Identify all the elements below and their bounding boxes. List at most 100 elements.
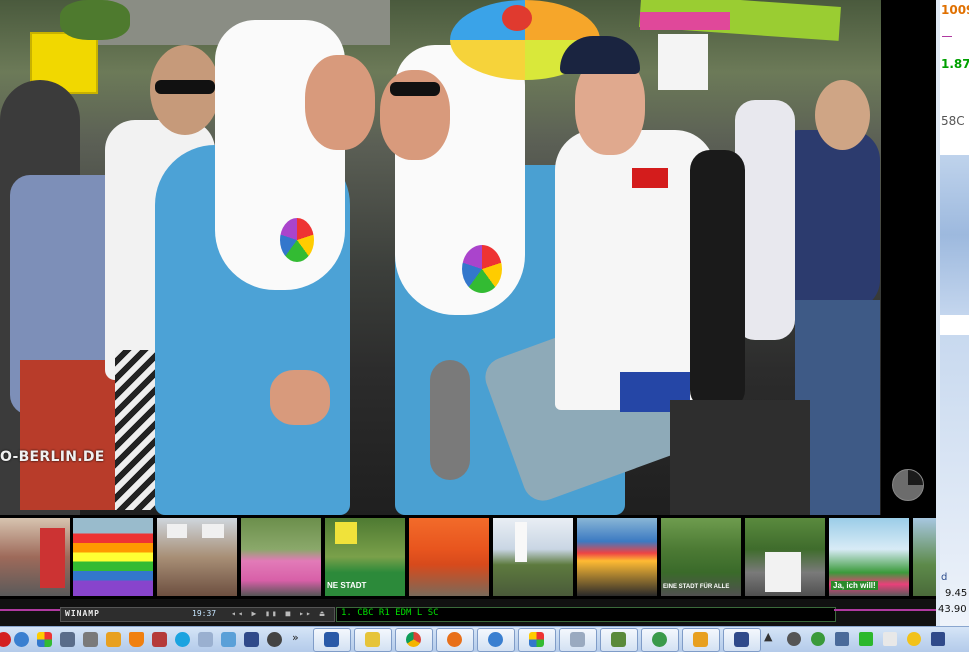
globe-icon[interactable]: [14, 632, 29, 647]
app-tray-icon[interactable]: [931, 632, 945, 646]
document-icon[interactable]: [198, 632, 213, 647]
task-button-11[interactable]: [723, 628, 761, 652]
sliver-value-third: 58C: [941, 114, 965, 128]
skype-icon[interactable]: [175, 632, 190, 647]
media-icon[interactable]: [267, 632, 282, 647]
image-viewer-icon: [611, 632, 626, 647]
white-sign: [658, 34, 708, 90]
task-button-10[interactable]: [682, 628, 720, 652]
main-photo: [0, 0, 881, 515]
sliver-strip: [940, 315, 969, 335]
app-icon[interactable]: [244, 632, 259, 647]
tree-foliage: [60, 0, 130, 40]
pavement: [670, 400, 810, 515]
pencil-icon[interactable]: [106, 632, 121, 647]
pawprint-right: [462, 245, 502, 293]
sunglasses-right: [390, 82, 440, 96]
photo-viewer[interactable]: O-BERLIN.DE: [0, 0, 936, 515]
crowd-person-black: [690, 150, 745, 410]
taskbar: » ▲: [0, 626, 969, 652]
tray-expand-icon[interactable]: ▲: [764, 630, 772, 643]
winamp-player[interactable]: WINAMP 19:37 ◂◂ ▶ ▮▮ ■ ▸▸ ⏏: [60, 607, 335, 622]
chrome-icon: [406, 632, 421, 647]
thumb-12-partial[interactable]: [913, 518, 936, 596]
winamp-time: 19:37: [192, 609, 217, 618]
pawprint-left: [280, 218, 314, 262]
thumb-10[interactable]: [745, 518, 825, 596]
thumb-6[interactable]: [409, 518, 489, 596]
thumb-9[interactable]: EINE STADT FÜR ALLE: [661, 518, 741, 596]
battery-tray-icon[interactable]: [859, 632, 873, 646]
task-button-6[interactable]: [518, 628, 556, 652]
thumb-5-caption: NE STADT: [327, 581, 367, 590]
slideshow-progress-icon[interactable]: [892, 469, 924, 501]
task-button-2[interactable]: [354, 628, 392, 652]
sliver-marker: [942, 36, 952, 37]
task-button-1[interactable]: [313, 628, 351, 652]
pencil-icon: [693, 632, 708, 647]
magenta-divider-right: [834, 609, 936, 611]
firefox-icon: [447, 632, 462, 647]
bottle-tray-icon[interactable]: [811, 632, 825, 646]
sliver-value-top: 1009: [941, 3, 969, 17]
network-tray-icon[interactable]: [835, 632, 849, 646]
globe-icon: [488, 632, 503, 647]
quicklaunch-chevron-icon[interactable]: »: [292, 631, 299, 644]
red-app-icon[interactable]: [0, 632, 11, 647]
window-app-icon[interactable]: [60, 632, 75, 647]
keyboard-icon[interactable]: [221, 632, 236, 647]
sliver-value-second: 1.87: [941, 57, 969, 71]
photo-watermark: O-BERLIN.DE: [0, 449, 105, 465]
thumb-7[interactable]: [493, 518, 573, 596]
sliver-value-fifth: 9.45: [945, 588, 968, 599]
task-button-5[interactable]: [477, 628, 515, 652]
face-left: [305, 55, 375, 150]
thumb-11-caption: Ja, ich will!: [831, 581, 878, 590]
thumb-11[interactable]: Ja, ich will!: [829, 518, 909, 596]
clipboard-tray-icon[interactable]: [883, 632, 897, 646]
winamp-title: WINAMP: [65, 609, 100, 618]
pink-banner: [640, 12, 730, 30]
pinwheel-center: [502, 5, 532, 31]
grid-app-icon[interactable]: [37, 632, 52, 647]
thumb-4[interactable]: [241, 518, 321, 596]
winamp-controls[interactable]: ◂◂ ▶ ▮▮ ■ ▸▸ ⏏: [231, 609, 326, 618]
tools-icon[interactable]: [152, 632, 167, 647]
vlc-cone-icon[interactable]: [129, 632, 144, 647]
task-button-3[interactable]: [395, 628, 433, 652]
thumbnail-filmstrip: NE STADT EINE STADT FÜR ALLE Ja, ich wil…: [0, 515, 936, 599]
thumb-3[interactable]: [157, 518, 237, 596]
thumb-1[interactable]: [0, 518, 70, 596]
sliver-gradient: [940, 155, 969, 315]
task-button-4[interactable]: [436, 628, 474, 652]
sliver-value-sixth: 43.90: [938, 604, 967, 615]
thumb-8[interactable]: [577, 518, 657, 596]
viewer-margin: [881, 0, 936, 515]
frog-icon: [652, 632, 667, 647]
thumb-9-caption: EINE STADT FÜR ALLE: [663, 584, 730, 590]
smiley-tray-icon[interactable]: [907, 632, 921, 646]
thumb-2[interactable]: [73, 518, 153, 596]
calculator-icon: [570, 632, 585, 647]
crowd-head-right: [815, 80, 870, 150]
hand-left: [270, 370, 330, 425]
task-button-8[interactable]: [600, 628, 638, 652]
task-1-icon: [324, 632, 339, 647]
winamp-bar: WINAMP 19:37 ◂◂ ▶ ▮▮ ■ ▸▸ ⏏ 1. CBC R1 ED…: [0, 599, 936, 626]
magenta-divider: [0, 609, 60, 611]
sunglasses: [155, 80, 215, 94]
background-window-sliver: 1009 1.87 58C d 9.45 43.90: [936, 0, 969, 626]
gear-tray-icon[interactable]: [787, 632, 801, 646]
sliver-value-fourth: d: [941, 572, 948, 583]
task-button-9[interactable]: [641, 628, 679, 652]
winamp-track-title: 1. CBC R1 EDM L SC: [341, 608, 439, 618]
app-icon: [734, 632, 749, 647]
thumb-5[interactable]: NE STADT: [325, 518, 405, 596]
task-button-7[interactable]: [559, 628, 597, 652]
winamp-playlist[interactable]: 1. CBC R1 EDM L SC: [336, 607, 836, 622]
crowd-person: [20, 360, 120, 510]
silver-shoe: [430, 360, 470, 480]
calculator-icon[interactable]: [83, 632, 98, 647]
grid-app-icon: [529, 632, 544, 647]
red-badge: [632, 168, 668, 188]
